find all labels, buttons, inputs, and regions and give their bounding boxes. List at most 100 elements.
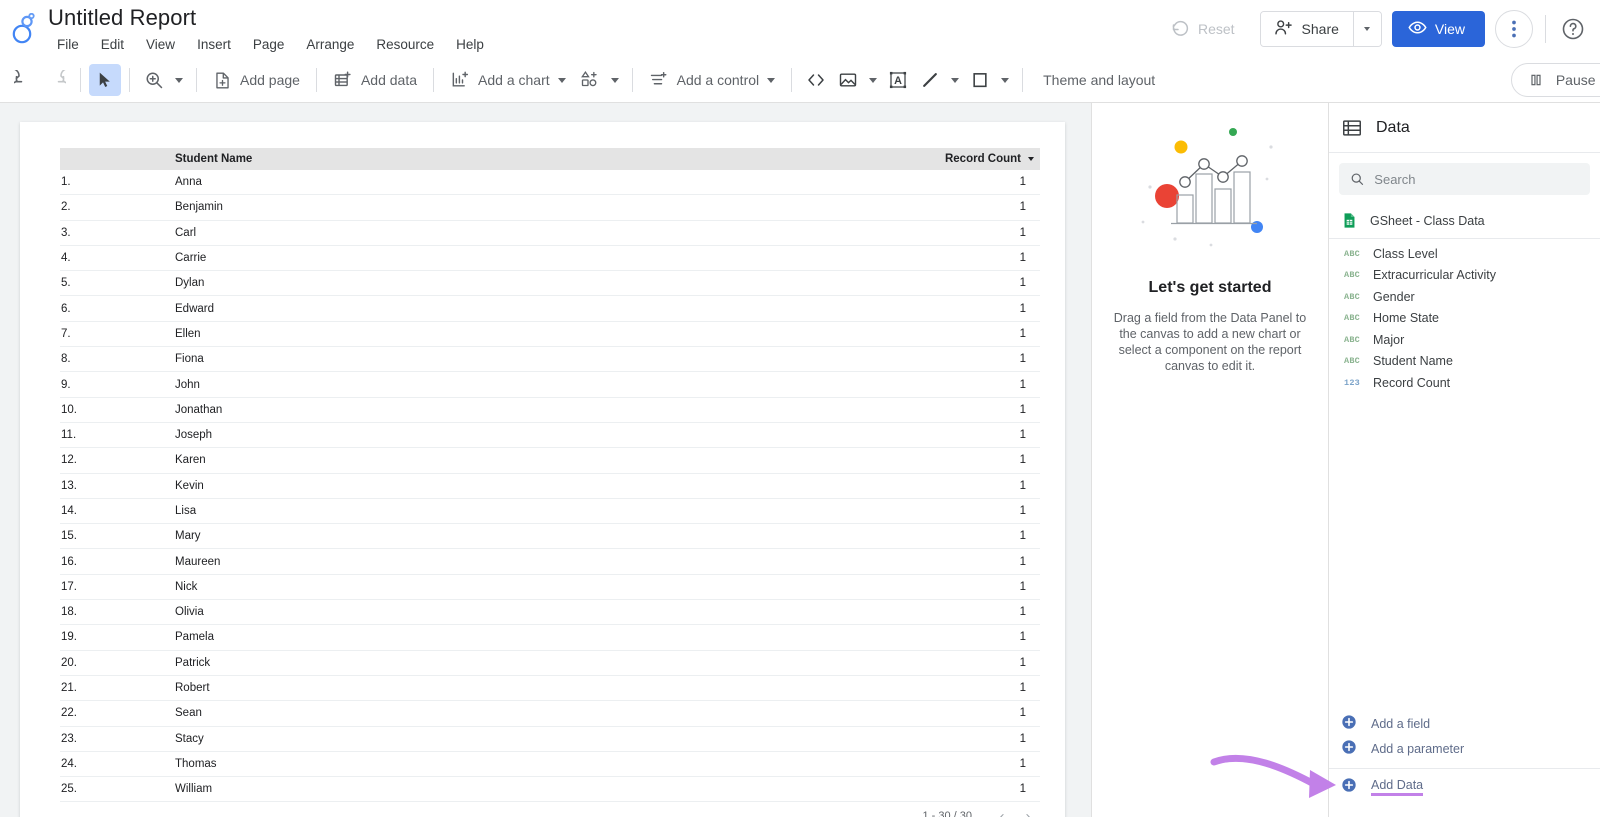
menu-edit[interactable]: Edit xyxy=(90,33,135,57)
select-tool-button[interactable] xyxy=(89,64,121,96)
search-box[interactable] xyxy=(1339,163,1590,195)
table-row[interactable]: 2. Benjamin 1 xyxy=(60,195,1040,221)
image-dropdown-button[interactable] xyxy=(864,64,882,96)
table-row[interactable]: 15. Mary 1 xyxy=(60,524,1040,550)
shape-dropdown-button[interactable] xyxy=(996,64,1014,96)
image-button[interactable] xyxy=(832,64,864,96)
undo-button[interactable] xyxy=(8,64,40,96)
theme-and-layout-button[interactable]: Theme and layout xyxy=(1031,64,1167,96)
eye-icon xyxy=(1408,18,1427,40)
pagination-next-button[interactable]: › xyxy=(1016,804,1040,817)
table-row[interactable]: 8. Fiona 1 xyxy=(60,347,1040,373)
row-index: 13. xyxy=(61,479,77,492)
table-row[interactable]: 3. Carl 1 xyxy=(60,221,1040,246)
row-record-count: 1 xyxy=(1019,530,1026,543)
table-row[interactable]: 9. John 1 xyxy=(60,372,1040,398)
community-visualization-button[interactable] xyxy=(574,64,606,96)
data-field-item[interactable]: ABC Home State xyxy=(1329,308,1600,330)
community-visualization-icon xyxy=(580,70,597,87)
data-field-item[interactable]: ABC Student Name xyxy=(1329,351,1600,373)
menu-page[interactable]: Page xyxy=(242,33,296,57)
chart-add-icon xyxy=(452,71,469,87)
embed-button[interactable] xyxy=(800,64,832,96)
table-row[interactable]: 21. Robert 1 xyxy=(60,676,1040,702)
table-row[interactable]: 7. Ellen 1 xyxy=(60,322,1040,348)
add-a-field-button[interactable]: Add a field xyxy=(1329,711,1600,736)
line-dropdown-button[interactable] xyxy=(946,64,964,96)
data-field-label: Home State xyxy=(1373,311,1440,326)
data-source-item[interactable]: GSheet - Class Data xyxy=(1329,203,1600,239)
table-row[interactable]: 19. Pamela 1 xyxy=(60,625,1040,651)
row-student-name: Dylan xyxy=(175,277,205,290)
table-row[interactable]: 25. William 1 xyxy=(60,777,1040,803)
table-row[interactable]: 6. Edward 1 xyxy=(60,296,1040,322)
add-a-parameter-button[interactable]: Add a parameter xyxy=(1329,736,1600,761)
pause-updates-button[interactable]: Pause up xyxy=(1510,63,1600,97)
table-row[interactable]: 4. Carrie 1 xyxy=(60,246,1040,272)
table-row[interactable]: 20. Patrick 1 xyxy=(60,651,1040,676)
table-row[interactable]: 13. Kevin 1 xyxy=(60,474,1040,499)
pagination-label: 1 - 30 / 30 xyxy=(922,810,972,817)
table-row[interactable]: 17. Nick 1 xyxy=(60,575,1040,601)
table-row[interactable]: 12. Karen 1 xyxy=(60,448,1040,474)
add-data-button[interactable]: Add data xyxy=(325,64,425,96)
row-index: 20. xyxy=(61,656,77,669)
page-title[interactable]: Untitled Report xyxy=(46,4,495,32)
add-chart-button[interactable]: Add a chart xyxy=(442,64,574,96)
data-panel-divider xyxy=(1329,768,1600,769)
data-field-item[interactable]: ABC Gender xyxy=(1329,286,1600,308)
table-row[interactable]: 24. Thomas 1 xyxy=(60,752,1040,778)
sliders-add-icon xyxy=(650,71,667,85)
rectangle-shape-icon xyxy=(973,73,987,88)
report-canvas-area[interactable]: Student Name Record Count 1. Anna 1 2. Benja… xyxy=(0,103,1091,817)
share-dropdown-button[interactable] xyxy=(1352,12,1381,46)
pagination-prev-button[interactable]: ‹ xyxy=(990,804,1014,817)
data-field-item[interactable]: 123 Record Count xyxy=(1329,372,1600,394)
text-box-button[interactable]: A xyxy=(882,64,914,96)
help-button[interactable] xyxy=(1558,14,1588,44)
report-page[interactable]: Student Name Record Count 1. Anna 1 2. Benja… xyxy=(20,122,1065,817)
table-row[interactable]: 1. Anna 1 xyxy=(60,170,1040,196)
row-student-name: Olivia xyxy=(175,606,204,619)
menu-resource[interactable]: Resource xyxy=(365,33,445,57)
menu-view[interactable]: View xyxy=(135,33,186,57)
redo-button[interactable] xyxy=(40,64,72,96)
search-input[interactable] xyxy=(1374,171,1579,187)
menu-insert[interactable]: Insert xyxy=(186,33,242,57)
table-row[interactable]: 23. Stacy 1 xyxy=(60,727,1040,752)
table-row[interactable]: 16. Maureen 1 xyxy=(60,549,1040,575)
table-row[interactable]: 14. Lisa 1 xyxy=(60,499,1040,525)
shape-button[interactable] xyxy=(964,64,996,96)
more-options-button[interactable] xyxy=(1495,10,1533,48)
community-visualization-dropdown[interactable] xyxy=(606,64,624,96)
table-header-record-count[interactable]: Record Count xyxy=(930,153,1040,165)
add-page-button[interactable]: Add page xyxy=(205,64,308,96)
add-data-panel-button[interactable]: Add Data xyxy=(1329,774,1600,799)
data-field-item[interactable]: ABC Extracurricular Activity xyxy=(1329,265,1600,287)
table-header-student-name[interactable]: Student Name xyxy=(175,153,930,165)
data-panel-search-wrap xyxy=(1329,153,1600,199)
table-row[interactable]: 18. Olivia 1 xyxy=(60,600,1040,626)
data-field-item[interactable]: ABC Class Level xyxy=(1329,243,1600,265)
data-table-icon xyxy=(1343,119,1361,136)
add-control-button[interactable]: Add a control xyxy=(641,64,784,96)
table-row[interactable]: 11. Joseph 1 xyxy=(60,423,1040,449)
table-pagination: 1 - 30 / 30 ‹ › xyxy=(60,802,1040,817)
looker-studio-logo-icon[interactable] xyxy=(0,0,46,58)
zoom-dropdown-button[interactable] xyxy=(170,64,188,96)
menu-file[interactable]: File xyxy=(46,33,90,57)
menu-arrange[interactable]: Arrange xyxy=(295,33,365,57)
zoom-button[interactable] xyxy=(138,64,170,96)
report-table[interactable]: Student Name Record Count 1. Anna 1 2. Benja… xyxy=(60,148,1040,817)
data-field-label: Major xyxy=(1373,332,1405,347)
reset-button[interactable]: Reset xyxy=(1155,12,1252,46)
view-button[interactable]: View xyxy=(1391,11,1485,47)
table-row[interactable]: 22. Sean 1 xyxy=(60,701,1040,727)
table-row[interactable]: 10. Jonathan 1 xyxy=(60,398,1040,423)
line-button[interactable] xyxy=(914,64,946,96)
row-record-count: 1 xyxy=(1019,353,1026,366)
data-field-item[interactable]: ABC Major xyxy=(1329,329,1600,351)
table-row[interactable]: 5. Dylan 1 xyxy=(60,271,1040,297)
share-button[interactable]: Share xyxy=(1260,12,1353,46)
menu-help[interactable]: Help xyxy=(445,33,495,57)
